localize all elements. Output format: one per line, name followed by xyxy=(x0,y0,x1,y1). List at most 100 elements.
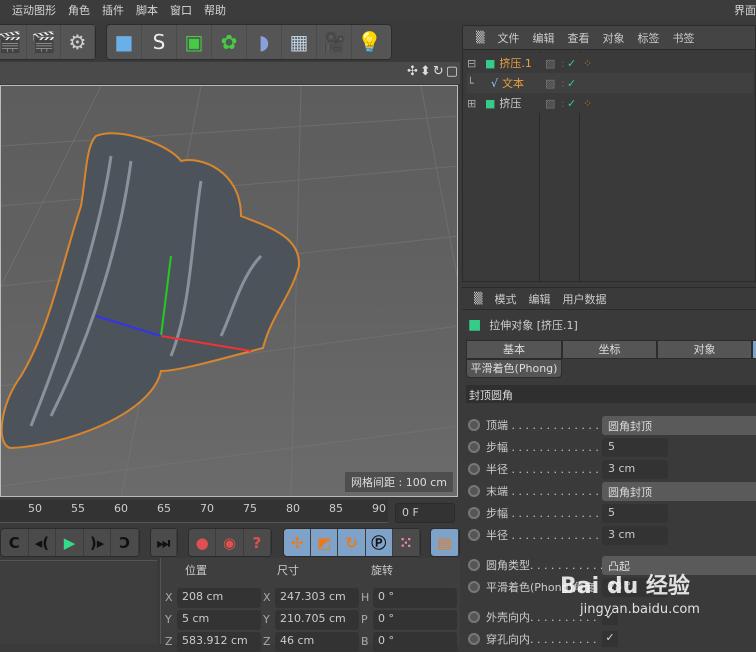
animate-radio[interactable] xyxy=(468,463,480,475)
bend-deformer-icon[interactable]: ◗ xyxy=(247,25,282,59)
tab-coord[interactable]: 坐标 xyxy=(562,340,657,359)
menu-character[interactable]: 角色 xyxy=(68,2,90,18)
floor-icon[interactable]: ▦ xyxy=(282,25,317,59)
enabled-check-icon[interactable]: ✓ xyxy=(567,97,576,110)
menu-plugins[interactable]: 插件 xyxy=(102,2,124,18)
tab-caps-active[interactable] xyxy=(752,340,756,359)
property-value[interactable]: 5 xyxy=(602,437,668,457)
current-frame-field[interactable]: 0 F xyxy=(395,503,455,523)
coord-size-field[interactable]: 210.705 cm xyxy=(275,610,359,630)
property-value[interactable]: 圆角封顶 xyxy=(602,415,756,435)
layer-icon[interactable]: ▨ xyxy=(545,97,555,110)
coord-size-field[interactable]: 247.303 cm xyxy=(275,588,359,608)
render-settings-icon[interactable]: ⚙ xyxy=(61,25,95,59)
om-menu-edit[interactable]: 编辑 xyxy=(532,30,554,46)
object-row[interactable]: ⊟ ■ 挤压.1 ▨ : ✓ ⁘ xyxy=(467,53,753,73)
animate-radio[interactable] xyxy=(468,507,480,519)
keyframe-help-icon[interactable]: ? xyxy=(244,529,271,556)
coord-pos-field[interactable]: 208 cm xyxy=(177,588,261,608)
menu-script[interactable]: 脚本 xyxy=(136,2,158,18)
property-value[interactable]: 圆角封顶 xyxy=(602,481,756,501)
object-name[interactable]: 挤压.1 xyxy=(499,55,543,71)
enabled-check-icon[interactable]: ✓ xyxy=(567,57,576,70)
animate-radio[interactable] xyxy=(468,485,480,497)
tab-object[interactable]: 对象 xyxy=(657,340,752,359)
enabled-check-icon[interactable]: ✓ xyxy=(567,77,576,90)
visibility-dots-icon[interactable]: : xyxy=(561,77,565,90)
cube-icon[interactable]: ■ xyxy=(107,25,142,59)
menu-window[interactable]: 窗口 xyxy=(170,2,192,18)
light-icon[interactable]: 💡 xyxy=(352,25,387,59)
spline-pen-icon[interactable]: S xyxy=(142,25,177,59)
animate-radio[interactable] xyxy=(468,581,480,593)
om-menu-bookmarks[interactable]: 书签 xyxy=(672,30,694,46)
expander-icon[interactable]: └ xyxy=(467,77,481,90)
camera-icon[interactable]: 🎥 xyxy=(317,25,352,59)
expander-icon[interactable]: ⊞ xyxy=(467,97,481,110)
phong-tag-icon[interactable]: ⁘ xyxy=(583,97,592,110)
coord-rot-field[interactable]: 0 ° xyxy=(373,588,457,608)
om-menu-view[interactable]: 查看 xyxy=(567,30,589,46)
goto-start-icon[interactable]: C xyxy=(1,529,29,556)
coord-pos-field[interactable]: 5 cm xyxy=(177,610,261,630)
render-view-icon[interactable]: 🎬 xyxy=(0,25,27,59)
expander-icon[interactable]: ⊟ xyxy=(467,57,481,70)
om-menu-tags[interactable]: 标签 xyxy=(637,30,659,46)
am-menu-userdata[interactable]: 用户数据 xyxy=(562,291,606,307)
menu-mograph[interactable]: 运动图形 xyxy=(12,2,56,18)
object-row[interactable]: └ √ 文本 ▨ : ✓ xyxy=(467,73,753,93)
menu-help[interactable]: 帮助 xyxy=(204,2,226,18)
coord-rot-field[interactable]: 0 ° xyxy=(373,610,457,630)
subdivision-icon[interactable]: ▣ xyxy=(177,25,212,59)
timeline-ruler[interactable]: 50 55 60 65 70 75 80 85 90 xyxy=(0,500,388,523)
goto-end-icon[interactable]: Ɔ xyxy=(111,529,139,556)
visibility-dots-icon[interactable]: : xyxy=(561,97,565,110)
layer-icon[interactable]: ▨ xyxy=(545,57,555,70)
animate-radio[interactable] xyxy=(468,559,480,571)
animate-radio[interactable] xyxy=(468,419,480,431)
render-picture-viewer-icon[interactable]: 🎬 xyxy=(27,25,61,59)
play-icon[interactable]: ▶ xyxy=(56,529,84,556)
phong-tag-icon[interactable]: ⁘ xyxy=(583,57,592,70)
animate-radio[interactable] xyxy=(468,529,480,541)
animate-radio[interactable] xyxy=(468,633,480,645)
object-row[interactable]: ⊞ ■ 挤压 ▨ : ✓ ⁘ xyxy=(467,93,753,113)
cloner-icon[interactable]: ✿ xyxy=(212,25,247,59)
om-menu-file[interactable]: 文件 xyxy=(497,30,519,46)
param-key-icon[interactable]: Ⓟ xyxy=(366,529,393,556)
timeline-tick: 60 xyxy=(114,502,128,515)
grip-icon[interactable]: ▒ xyxy=(474,292,482,305)
tab-basic[interactable]: 基本 xyxy=(466,340,562,359)
scale-key-icon[interactable]: ◩ xyxy=(311,529,339,556)
record-key-icon[interactable]: ● xyxy=(189,529,217,556)
viewport-nav-icons[interactable]: ✣⬍↻▢ xyxy=(407,64,460,79)
next-key-icon[interactable]: )▸ xyxy=(84,529,112,556)
grip-icon[interactable]: ▒ xyxy=(476,31,484,44)
viewport[interactable]: 网格间距 : 100 cm xyxy=(0,85,458,497)
property-value[interactable]: ✓ xyxy=(602,631,618,647)
tab-phong[interactable]: 平滑着色(Phong) xyxy=(466,359,562,378)
object-name[interactable]: 挤压 xyxy=(499,95,543,111)
coord-rot-field[interactable]: 0 ° xyxy=(373,632,457,652)
am-menu-mode[interactable]: 模式 xyxy=(494,291,516,307)
am-menu-edit[interactable]: 编辑 xyxy=(528,291,550,307)
rotate-key-icon[interactable]: ↻ xyxy=(338,529,366,556)
property-value[interactable]: 5 xyxy=(602,503,668,523)
animate-radio[interactable] xyxy=(468,441,480,453)
coord-pos-field[interactable]: 583.912 cm xyxy=(177,632,261,652)
visibility-dots-icon[interactable]: : xyxy=(561,57,565,70)
pla-key-icon[interactable]: ⁙ xyxy=(392,529,421,556)
coord-size-field[interactable]: 46 cm xyxy=(275,632,359,652)
goto-last-frame-icon[interactable]: ⏭ xyxy=(151,529,177,556)
layer-icon[interactable]: ▨ xyxy=(545,77,555,90)
prev-key-icon[interactable]: ◂( xyxy=(29,529,57,556)
object-name[interactable]: 文本 xyxy=(502,75,532,91)
autokey-icon[interactable]: ◉ xyxy=(216,529,244,556)
property-value[interactable]: 3 cm xyxy=(602,525,668,545)
layout-label[interactable]: 界面 xyxy=(734,2,756,18)
move-key-icon[interactable]: ✣ xyxy=(284,529,312,556)
om-menu-object[interactable]: 对象 xyxy=(602,30,624,46)
animate-radio[interactable] xyxy=(468,611,480,623)
property-value[interactable]: 3 cm xyxy=(602,459,668,479)
timeline-window-icon[interactable]: ▤ xyxy=(431,529,459,556)
